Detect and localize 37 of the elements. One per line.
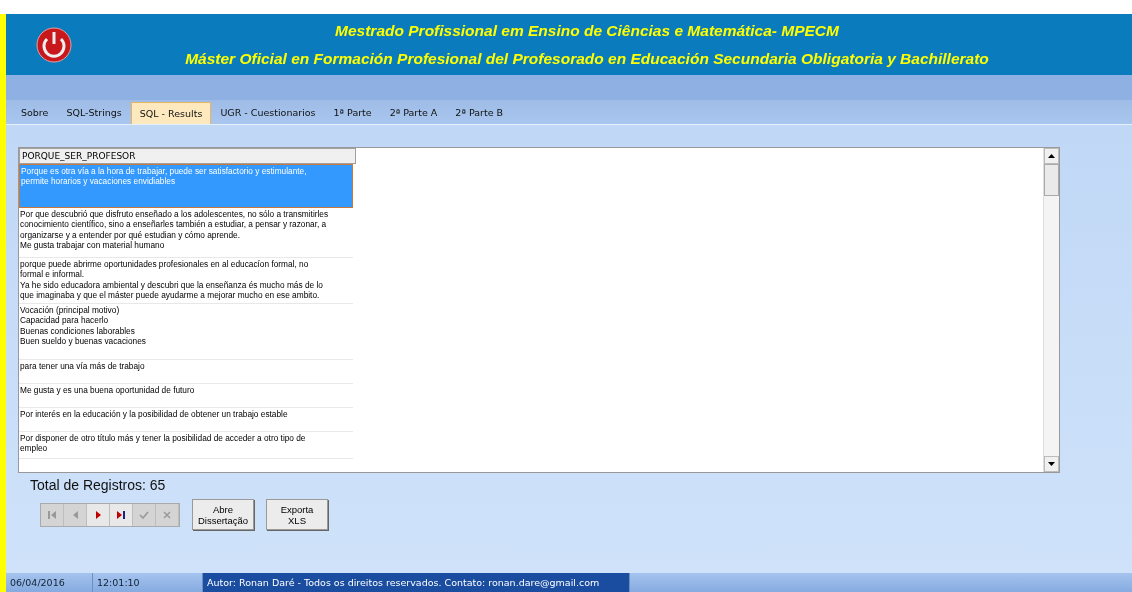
status-author: Autor: Ronan Daré - Todos os direitos reservados. Contato: ronan.dare@gmail.com <box>203 573 630 592</box>
export-xls-button[interactable]: Exporta XLS <box>266 499 328 530</box>
scroll-up-button[interactable] <box>1044 148 1059 164</box>
scroll-thumb[interactable] <box>1044 164 1059 196</box>
table-cell[interactable]: para tener una vía más de trabajo <box>19 360 353 384</box>
last-record-button[interactable] <box>110 503 133 526</box>
tab[interactable]: SQL-Strings <box>57 101 131 124</box>
header-title: Mestrado Profissional em Ensino de Ciências e Matemática- MPECM <box>335 21 839 40</box>
open-dissertation-button[interactable]: Abre Dissertação <box>192 499 254 530</box>
close-icon <box>163 510 171 519</box>
table-cell[interactable]: porque puede abrirme oportunidades profesionales en al educacíon formal, no formal e informal. Ya he sido educadora ambiental y descubri que la enseñanza és mucho más de lo que imaginaba y que el máster puede ayudarme a mejorar mucho en ese ambito. <box>19 258 353 304</box>
previous-record-icon <box>72 510 78 519</box>
header-title: Máster Oficial en Formación Profesional del Profesorado en Educación Secundaria Obligatoria y Bachillerato <box>185 49 989 68</box>
column-header[interactable]: PORQUE_SER_PROFESOR <box>19 148 356 164</box>
scroll-down-button[interactable] <box>1044 456 1059 472</box>
up-arrow-icon <box>1048 154 1055 158</box>
tab[interactable]: UGR - Cuestionarios <box>211 101 325 124</box>
scrollbar[interactable] <box>1043 148 1059 472</box>
tab[interactable]: 2ª Parte B <box>446 101 513 124</box>
first-record-icon <box>48 510 56 519</box>
status-date: 06/04/2016 <box>6 573 93 592</box>
record-count: Total de Registros: 65 <box>29 476 167 493</box>
next-record-icon <box>95 510 101 519</box>
tab[interactable]: Sobre <box>12 101 58 124</box>
table-cell[interactable]: Por que descubrió que disfruto enseñado a los adolescentes, no sólo a transmitirles conocimiento científico, sino a enseñarles también a estudiar, a pensar y razonar, a organizarse y a entender por qué estudian y cómo aprende. Me gusta trabajar con material humano <box>19 208 353 258</box>
power-icon[interactable] <box>36 26 72 63</box>
table-cell[interactable]: Me gusta y es una buena oportunidad de futuro <box>19 384 353 408</box>
tab[interactable]: 2ª Parte A <box>380 101 447 124</box>
tab[interactable]: 1ª Parte <box>324 101 381 124</box>
check-icon <box>139 510 149 519</box>
down-arrow-icon <box>1048 462 1055 466</box>
next-record-button[interactable] <box>87 503 110 526</box>
last-record-icon <box>117 510 125 519</box>
table-cell[interactable]: Por interés en la educación y la posibilidad de obtener un trabajo estable <box>19 408 353 432</box>
tab[interactable]: SQL - Results <box>130 102 212 124</box>
table-cell[interactable]: Por disponer de otro título más y tener la posibilidad de acceder a otro tipo de empleo <box>19 432 353 459</box>
table-cell[interactable]: Vocación (principal motivo) Capacidad para hacerlo Buenas condiciones laborables Buen sueldo y buenas vacaciones <box>19 304 353 360</box>
